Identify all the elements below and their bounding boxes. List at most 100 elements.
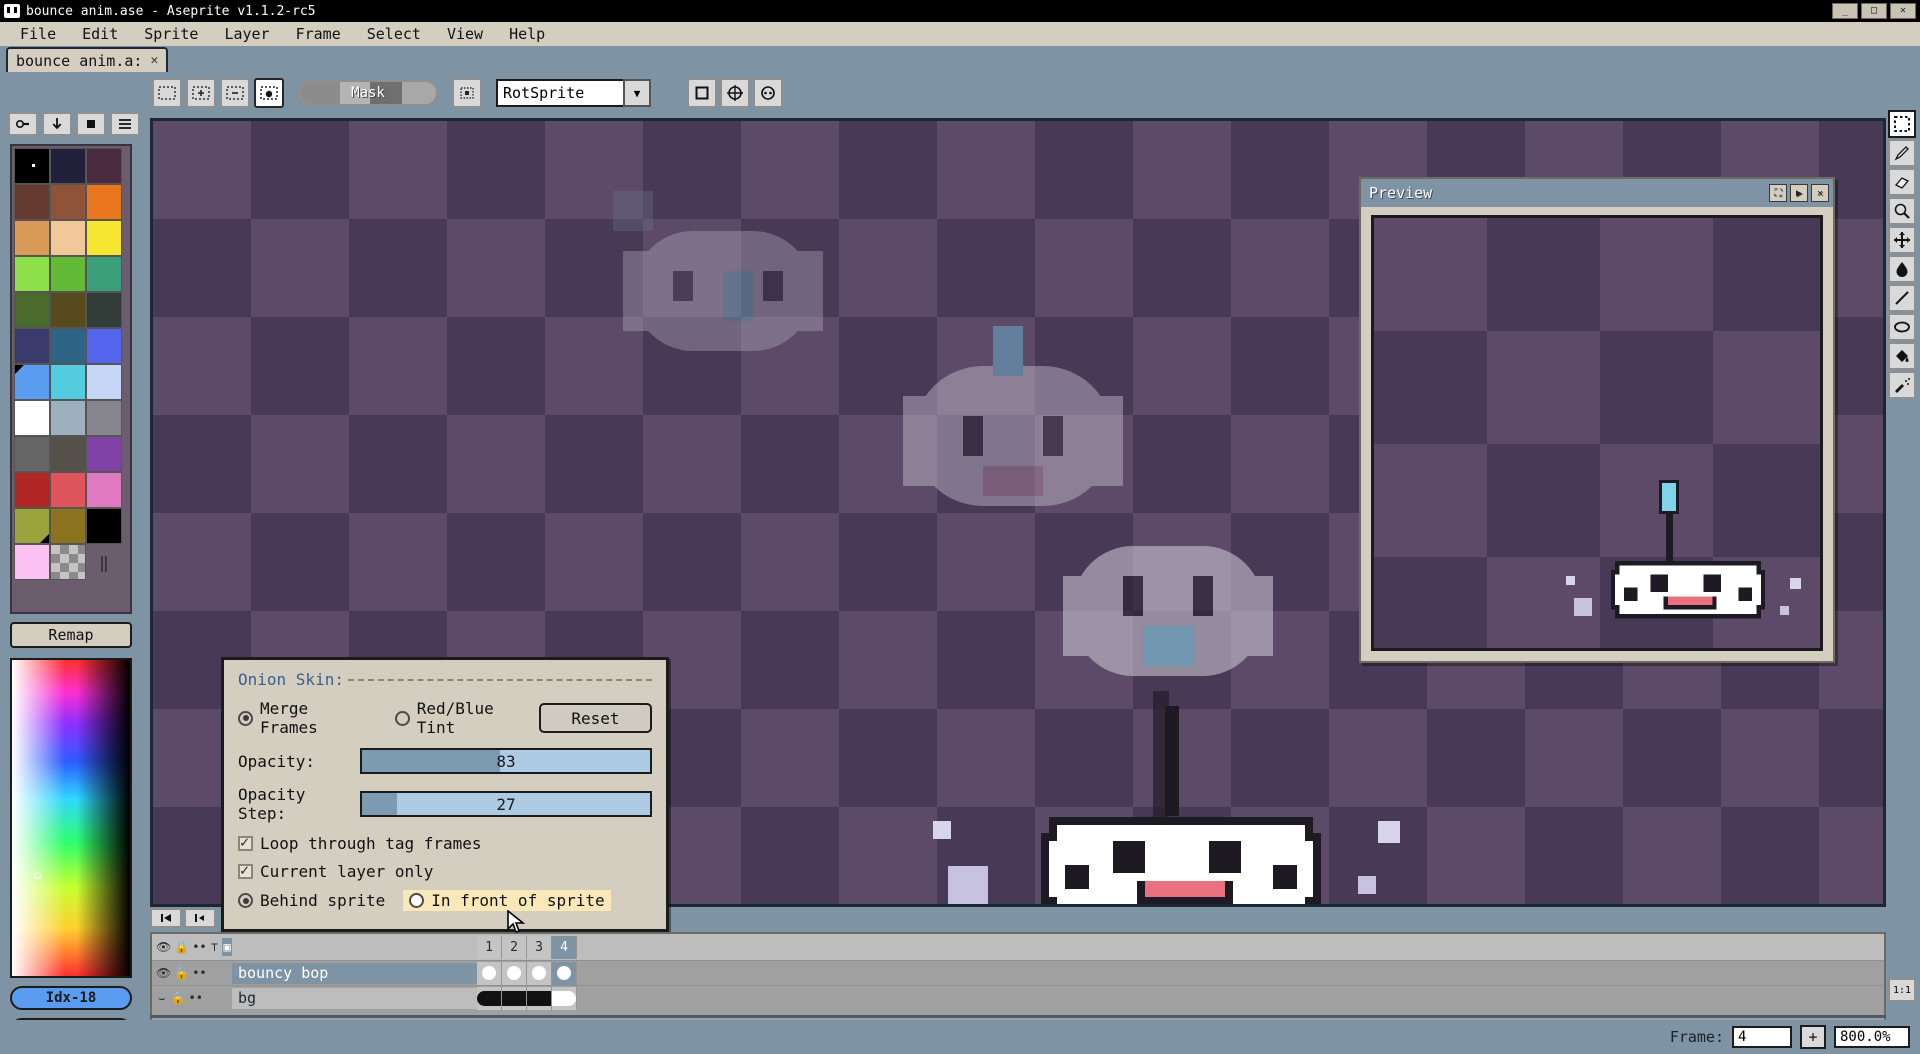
layer-name-bouncy-bop[interactable]: bouncy bop [232,963,477,984]
palette-swatch[interactable] [14,472,50,508]
palette-swatch[interactable] [86,148,122,184]
merge-frames-radio[interactable] [238,711,253,726]
palette-swatch[interactable] [86,184,122,220]
maximize-icon[interactable]: ⛶ [1769,184,1787,202]
frame-number-1[interactable]: 1 [477,936,502,959]
color-palette[interactable]: ‖ [10,144,132,614]
palette-swatch[interactable] [14,148,50,184]
palette-swatch[interactable] [14,292,50,328]
magic-wand-icon[interactable] [254,78,284,108]
add-frame-button[interactable]: + [1800,1025,1826,1049]
layer-name-bg[interactable]: bg [232,988,477,1009]
continuous-icon[interactable]: •• [192,964,206,982]
palette-swatch[interactable] [86,472,122,508]
menu-layer[interactable]: Layer [212,22,281,46]
palette-swatch[interactable] [14,256,50,292]
menu-sprite[interactable]: Sprite [132,22,210,46]
palette-swatch[interactable] [14,220,50,256]
lock-icon[interactable]: 🔓 [174,964,189,982]
eye-icon[interactable]: 👁 [156,964,171,982]
rounded-rect-icon[interactable] [687,78,717,108]
zoom-ratio-button[interactable]: 1:1 [1888,978,1916,1002]
current-layer-only-row[interactable]: Current layer only [238,862,652,881]
spray-icon[interactable] [1888,371,1916,399]
frame-input[interactable]: 4 [1732,1026,1792,1048]
fg-index-button[interactable]: Idx-18 [10,986,132,1010]
palette-swatch[interactable] [86,292,122,328]
timeline-layer-row-bouncy-bop[interactable]: 👁 🔓 •• bouncy bop [152,960,1884,985]
preview-viewport[interactable] [1371,215,1823,651]
tab-bounce-anim[interactable]: bounce anim.a: ✕ [6,47,168,72]
palette-swatch[interactable] [14,544,50,580]
behind-sprite-label[interactable]: Behind sprite [260,891,385,910]
lock-icon[interactable]: 🔒 [174,938,189,956]
cell-frame-1[interactable] [477,987,502,1010]
frame-number-4[interactable]: 4 [552,936,577,959]
loop-tag-frames-checkbox[interactable] [238,836,253,851]
cell-frame-1[interactable] [477,962,502,985]
palette-swatch[interactable] [50,148,86,184]
menu-edit[interactable]: Edit [70,22,130,46]
palette-swatch[interactable] [86,364,122,400]
tab-close-icon[interactable]: ✕ [150,53,158,68]
palette-swatch[interactable] [50,436,86,472]
palette-swatch[interactable] [50,184,86,220]
palette-swatch[interactable] [14,436,50,472]
subtract-selection-icon[interactable] [220,78,250,108]
edit-palette-icon[interactable] [8,112,38,136]
minimize-button[interactable]: _ [1832,3,1858,19]
line-icon[interactable] [1888,284,1916,312]
cell-frame-3[interactable] [527,987,552,1010]
in-front-of-sprite-radio[interactable] [409,893,424,908]
palette-swatch[interactable] [50,400,86,436]
lock-icon[interactable]: 🔒 [171,989,186,1007]
palette-swatch[interactable] [50,256,86,292]
menu-select[interactable]: Select [355,22,433,46]
rotation-algorithm-select[interactable]: RotSprite ▼ [496,79,651,107]
continuous-icon[interactable]: •• [188,989,202,1007]
pivot-icon[interactable] [720,78,750,108]
palette-menu-icon[interactable] [110,112,140,136]
zoom-icon[interactable] [1888,197,1916,225]
menu-file[interactable]: File [8,22,68,46]
palette-swatch-selected-fg[interactable] [14,364,50,400]
opacity-step-slider[interactable]: 27 [360,791,652,817]
palette-swatch[interactable] [50,328,86,364]
add-selection-icon[interactable] [186,78,216,108]
palette-swatch[interactable] [86,400,122,436]
eraser-icon[interactable] [1888,168,1916,196]
cell-frame-2[interactable] [502,962,527,985]
merge-frames-label[interactable]: Merge Frames [260,699,373,737]
loop-tag-frames-row[interactable]: Loop through tag frames [238,834,652,853]
palette-swatch[interactable] [86,328,122,364]
play-icon[interactable]: ▶ [1790,184,1808,202]
maximize-button[interactable]: □ [1861,3,1887,19]
chevron-down-icon[interactable]: ▼ [623,79,651,107]
layer-group-icon[interactable]: ▣ [222,938,232,956]
palette-swatch[interactable] [14,400,50,436]
palette-swatch[interactable] [86,508,122,544]
opacity-slider[interactable]: 83 [360,748,652,774]
palette-swatch[interactable] [14,328,50,364]
mask-slider[interactable]: Mask [298,80,438,106]
replace-selection-icon[interactable] [152,78,182,108]
palette-swatch[interactable] [50,472,86,508]
marquee-icon[interactable] [1888,110,1916,138]
timeline-panel[interactable]: 👁 🔒 •• ⊤ ▣ 1 2 3 4 👁 🔓 •• [150,932,1886,1028]
sort-palette-icon[interactable] [42,112,72,136]
paint-bucket-icon[interactable] [1888,342,1916,370]
onion-skin-popup[interactable]: Onion Skin: Merge Frames Red/Blue Tint R… [221,657,669,932]
menu-view[interactable]: View [435,22,495,46]
eye-closed-icon[interactable]: ⌣ [156,989,168,1007]
cell-frame-4[interactable] [552,962,577,985]
timeline-layer-row-bg[interactable]: ⌣ 🔒 •• bg [152,985,1884,1010]
move-icon[interactable] [1888,226,1916,254]
color-picker-cursor[interactable] [34,872,41,879]
in-front-of-sprite-option[interactable]: In front of sprite [403,890,610,911]
close-button[interactable]: ✕ [1890,3,1916,19]
palette-swatch-transparent[interactable] [50,544,86,580]
continuous-icon[interactable]: •• [192,938,206,956]
fg-color-icon[interactable] [76,112,106,136]
onion-skin-icon[interactable]: ⊤ [210,938,220,956]
timeline-scrollbar[interactable] [150,1015,1886,1018]
